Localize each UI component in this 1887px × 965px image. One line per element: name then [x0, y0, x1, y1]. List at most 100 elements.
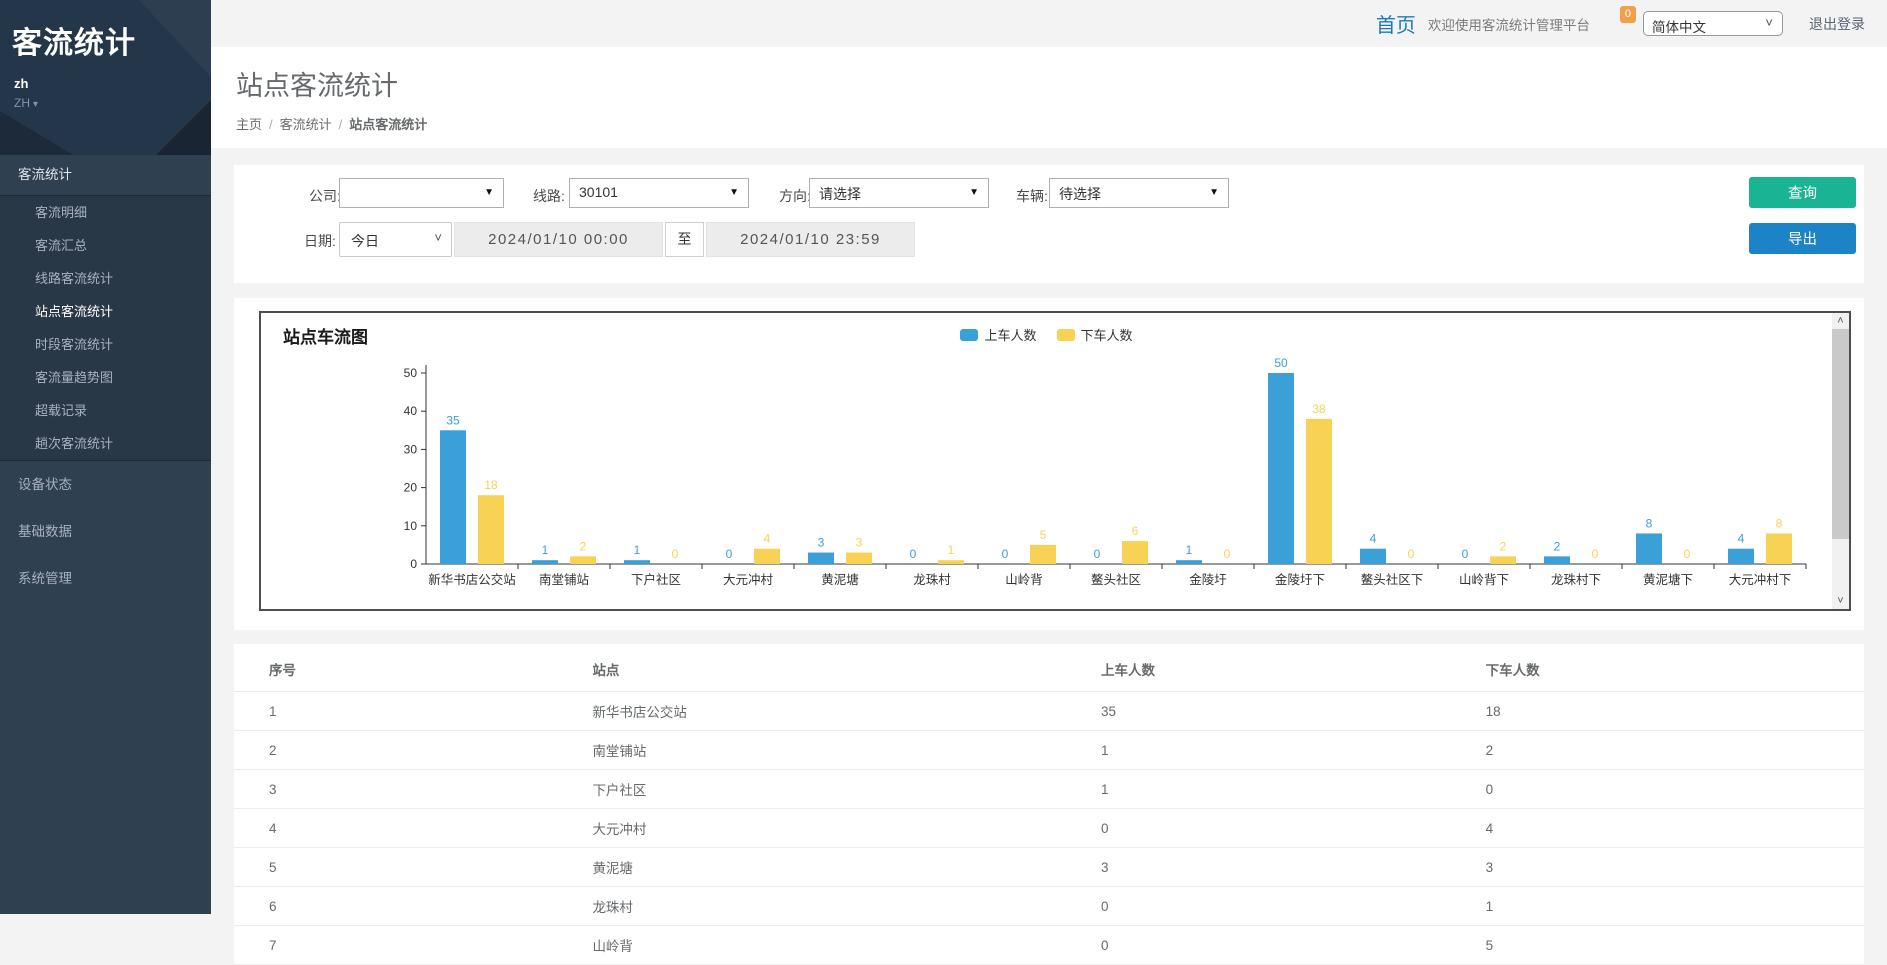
sidebar-item-overload-record[interactable]: 超载记录: [0, 394, 211, 427]
sidebar-item-passenger-detail[interactable]: 客流明细: [0, 196, 211, 229]
table-cell: 黄泥塘: [584, 848, 1093, 887]
table-cell: 下户社区: [584, 770, 1093, 809]
scroll-up-icon[interactable]: ˄: [1832, 313, 1849, 329]
topbar: 首页 欢迎使用客流统计管理平台 0 简体中文 ˅ 退出登录: [211, 0, 1887, 47]
export-button[interactable]: 导出: [1749, 223, 1856, 254]
vehicle-label: 车辆:: [1016, 186, 1048, 206]
table-cell: 0: [1478, 770, 1864, 809]
svg-text:山岭背下: 山岭背下: [1459, 573, 1509, 587]
table-cell: 0: [1093, 887, 1478, 926]
svg-text:5: 5: [1040, 528, 1047, 542]
date-from-input[interactable]: 2024/01/10 00:00: [454, 222, 663, 257]
table-row: 6龙珠村01: [234, 887, 1864, 926]
svg-text:0: 0: [1592, 547, 1599, 561]
user-menu-toggle[interactable]: ZH▾: [14, 96, 38, 110]
notification-badge[interactable]: 0: [1620, 6, 1636, 23]
svg-text:鳌头社区下: 鳌头社区下: [1361, 572, 1424, 587]
table-cell: 35: [1093, 692, 1478, 731]
legend-swatch-blue: [960, 329, 978, 341]
table-cell: 5: [234, 848, 584, 887]
svg-text:1: 1: [948, 543, 955, 557]
sidebar-section-device-status[interactable]: 设备状态: [0, 461, 211, 508]
svg-text:4: 4: [1370, 532, 1377, 546]
sidebar-item-trip-stats[interactable]: 趟次客流统计: [0, 427, 211, 460]
sidebar-header: 客流统计 zh ZH▾: [0, 0, 211, 155]
svg-text:0: 0: [1684, 547, 1691, 561]
sidebar-section-base-data[interactable]: 基础数据: [0, 508, 211, 555]
chart-scrollbar[interactable]: ˄ ˅: [1832, 313, 1849, 609]
page-title: 站点客流统计: [236, 64, 1887, 103]
svg-text:4: 4: [1738, 532, 1745, 546]
sidebar-item-passenger-summary[interactable]: 客流汇总: [0, 229, 211, 262]
svg-text:1: 1: [634, 543, 641, 557]
sidebar-item-line-stats[interactable]: 线路客流统计: [0, 262, 211, 295]
legend-swatch-yellow: [1057, 329, 1075, 341]
language-value: 简体中文: [1652, 16, 1706, 36]
svg-text:0: 0: [1224, 547, 1231, 561]
breadcrumb-parent[interactable]: 客流统计: [280, 117, 332, 132]
sidebar-item-flow-trend[interactable]: 客流量趋势图: [0, 361, 211, 394]
table-cell: 0: [1093, 809, 1478, 848]
chart-panel: 站点车流图 上车人数 下车人数 01020304050新华书店公交站3518南堂…: [234, 298, 1864, 630]
table-cell: 新华书店公交站: [584, 692, 1093, 731]
table-cell: 0: [1093, 926, 1478, 965]
line-value: 30101: [579, 184, 618, 200]
svg-text:黄泥塘下: 黄泥塘下: [1643, 572, 1693, 587]
sidebar-item-station-stats[interactable]: 站点客流统计: [0, 295, 211, 328]
table-cell: 南堂铺站: [584, 731, 1093, 770]
date-to-input[interactable]: 2024/01/10 23:59: [706, 222, 915, 257]
svg-text:0: 0: [726, 547, 733, 561]
table-cell: 大元冲村: [584, 809, 1093, 848]
legend-item-alighting[interactable]: 下车人数: [1057, 325, 1133, 344]
date-preset-select[interactable]: 今日 ˅: [339, 222, 452, 257]
svg-text:35: 35: [446, 413, 460, 427]
caret-down-icon: ▾: [33, 99, 38, 110]
col-header-index: 序号: [234, 644, 584, 692]
table-header-row: 序号 站点 上车人数 下车人数: [234, 644, 1864, 692]
logout-link[interactable]: 退出登录: [1809, 14, 1865, 34]
header-pattern-facet: [91, 90, 211, 155]
sidebar-section-passenger-stats[interactable]: 客流统计: [0, 155, 211, 195]
filter-panel: 公司: ▼ 线路: 30101 ▼ 方向: 请选择 ▼ 车辆: 待选择 ▼ 日期…: [234, 165, 1864, 283]
vehicle-select[interactable]: 待选择 ▼: [1049, 178, 1229, 208]
sidebar: 客流统计 zh ZH▾ 客流统计 客流明细 客流汇总 线路客流统计 站点客流统计…: [0, 0, 211, 914]
breadcrumb-home[interactable]: 主页: [236, 117, 262, 132]
table-cell: 龙珠村: [584, 887, 1093, 926]
sidebar-item-period-stats[interactable]: 时段客流统计: [0, 328, 211, 361]
table-cell: 4: [1478, 809, 1864, 848]
breadcrumb-separator: /: [339, 117, 343, 132]
col-header-boarding: 上车人数: [1093, 644, 1478, 692]
station-stats-table: 序号 站点 上车人数 下车人数 1新华书店公交站35182南堂铺站123下户社区…: [234, 644, 1864, 965]
svg-text:18: 18: [484, 478, 498, 492]
table-cell: 18: [1478, 692, 1864, 731]
user-name: zh: [14, 76, 28, 91]
legend-item-boarding[interactable]: 上车人数: [960, 325, 1036, 344]
table-cell: 1: [234, 692, 584, 731]
svg-text:3: 3: [818, 536, 825, 550]
scrollbar-thumb[interactable]: [1832, 329, 1849, 539]
station-flow-chart: 站点车流图 上车人数 下车人数 01020304050新华书店公交站3518南堂…: [259, 311, 1851, 611]
svg-text:龙珠村下: 龙珠村下: [1551, 573, 1601, 587]
svg-text:下户社区: 下户社区: [631, 572, 681, 587]
svg-text:10: 10: [404, 519, 418, 533]
company-select[interactable]: ▼: [339, 178, 504, 208]
svg-text:6: 6: [1132, 524, 1139, 538]
table-panel: 序号 站点 上车人数 下车人数 1新华书店公交站35182南堂铺站123下户社区…: [234, 644, 1864, 965]
breadcrumb-current: 站点客流统计: [349, 117, 427, 132]
sidebar-section-system-admin[interactable]: 系统管理: [0, 555, 211, 602]
svg-text:4: 4: [764, 532, 771, 546]
table-cell: 3: [1478, 848, 1864, 887]
query-button[interactable]: 查询: [1749, 177, 1856, 208]
svg-text:0: 0: [1462, 547, 1469, 561]
language-select[interactable]: 简体中文 ˅: [1643, 11, 1783, 36]
scroll-down-icon[interactable]: ˅: [1832, 593, 1849, 609]
chevron-down-icon: ˅: [1765, 15, 1773, 30]
direction-select[interactable]: 请选择 ▼: [809, 178, 989, 208]
line-select[interactable]: 30101 ▼: [569, 178, 749, 208]
svg-text:38: 38: [1312, 402, 1326, 416]
table-cell: 山岭背: [584, 926, 1093, 965]
home-link[interactable]: 首页: [1376, 9, 1416, 38]
svg-text:1: 1: [1186, 543, 1193, 557]
chevron-down-icon: ˅: [434, 230, 442, 245]
svg-text:黄泥塘: 黄泥塘: [821, 572, 859, 587]
